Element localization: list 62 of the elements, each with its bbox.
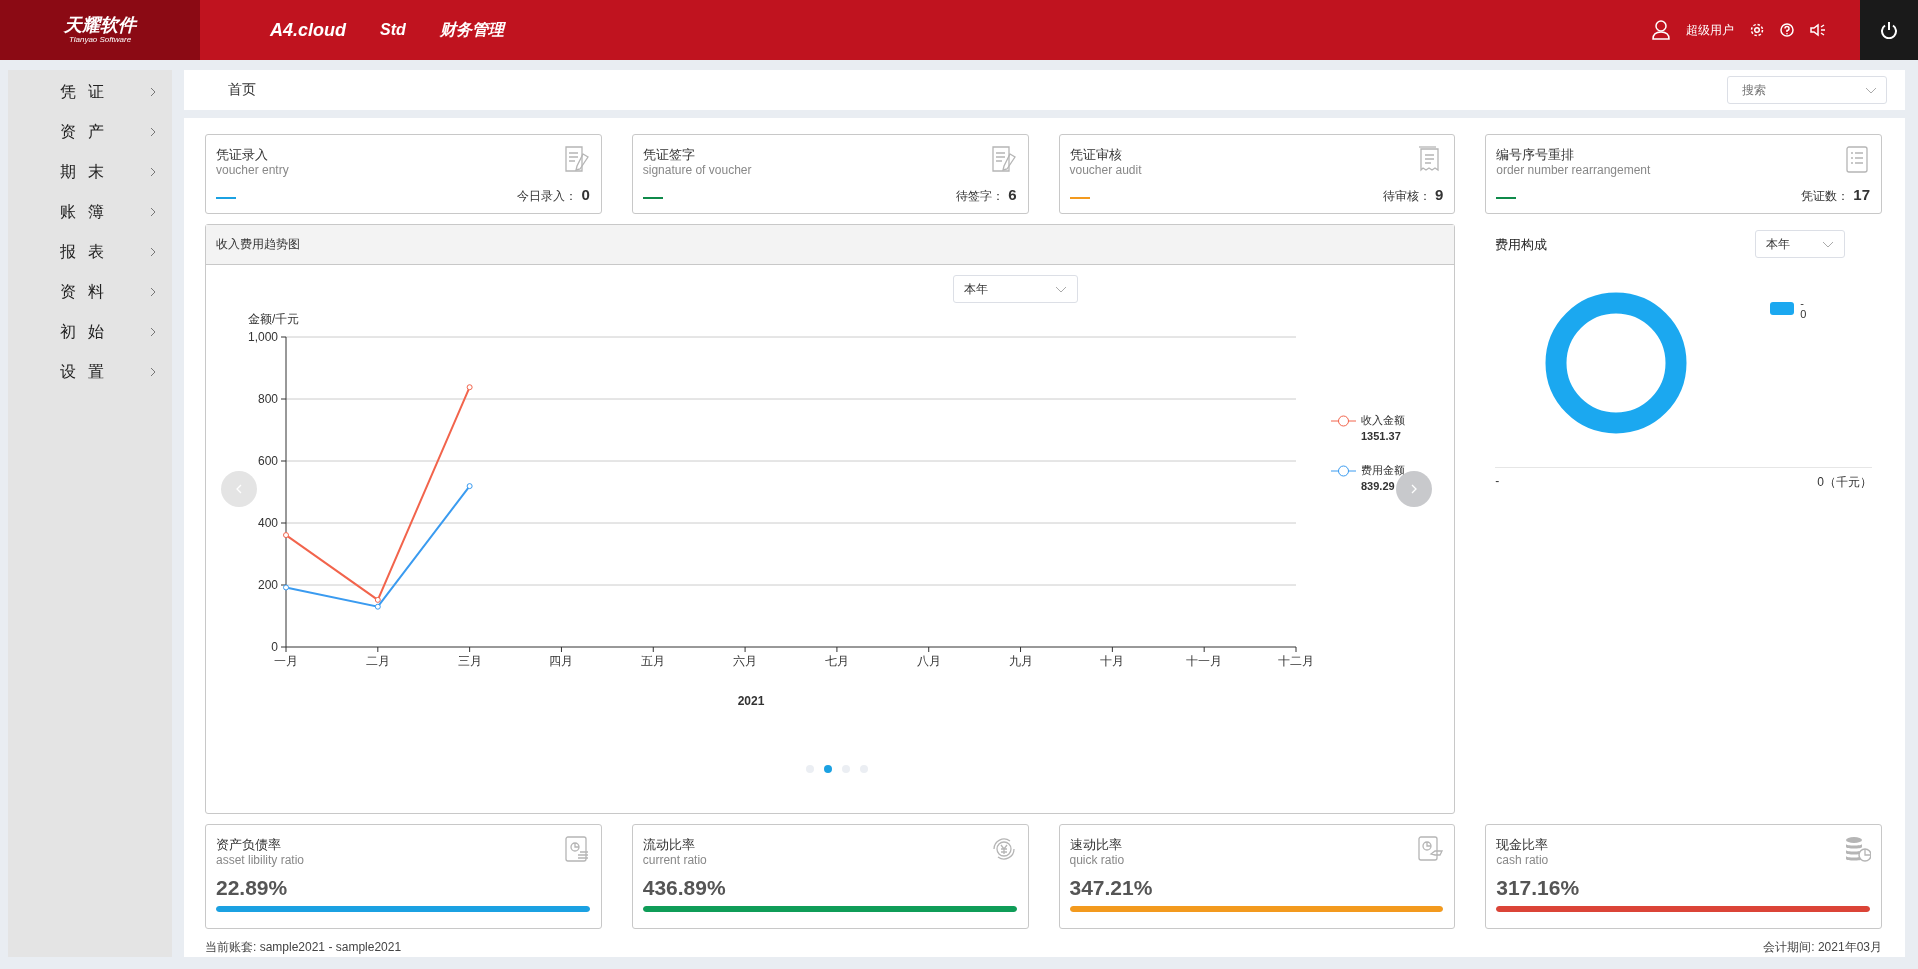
card-title: 速动比率 xyxy=(1069,837,1122,853)
tick-label: 800 xyxy=(257,392,278,406)
card-title: 现金比率 xyxy=(1496,837,1549,853)
tick-label: 十一月 xyxy=(1186,654,1223,668)
logo-text: 天耀软件 xyxy=(64,15,136,35)
tick-label: 四月 xyxy=(549,654,574,668)
tick-label: 400 xyxy=(257,516,278,530)
tick-label: 七月 xyxy=(824,654,849,668)
ratio-value: 317.16% xyxy=(1496,876,1581,900)
panel-title: 收入费用趋势图 xyxy=(206,225,1455,265)
tick-label: 一月 xyxy=(274,654,298,668)
legend-value: 0 xyxy=(1800,309,1807,320)
tick-label: 五月 xyxy=(641,654,666,668)
summary-value: 0（千元） xyxy=(1817,474,1872,491)
card-subtitle: order number rearrangement xyxy=(1496,163,1651,178)
card-subtitle: quick ratio xyxy=(1069,853,1125,868)
logo-subtitle: Tianyao Software xyxy=(68,35,132,45)
count-value: 0 xyxy=(581,186,590,203)
tick-label: 八月 xyxy=(916,654,941,668)
count-label: 凭证数： xyxy=(1801,188,1850,205)
tick-label: 三月 xyxy=(457,654,482,668)
card-subtitle: current ratio xyxy=(642,853,707,868)
count-label: 今日录入： xyxy=(517,188,578,205)
axis-title: 金额/千元 xyxy=(248,312,300,326)
axis-title: 2021 xyxy=(737,694,765,708)
tick-label: 1,000 xyxy=(247,330,278,344)
ratio-value: 22.89% xyxy=(216,876,289,900)
tick-label: 九月 xyxy=(1008,654,1033,668)
card-subtitle: asset libility ratio xyxy=(216,853,305,868)
legend-label: 费用金额 xyxy=(1361,464,1405,476)
card-title: 凭证审核 xyxy=(1069,147,1122,163)
ratio-value: 347.21% xyxy=(1069,876,1154,900)
tick-label: 0 xyxy=(271,640,278,654)
tick-label: 六月 xyxy=(733,654,758,668)
legend-label: - xyxy=(1800,298,1805,309)
count-value: 9 xyxy=(1434,186,1444,203)
card-subtitle: voucher entry xyxy=(216,163,289,178)
summary-label: - xyxy=(1495,474,1500,490)
tick-label: 200 xyxy=(257,578,278,592)
card-title: 凭证录入 xyxy=(216,147,268,163)
panel-title: 费用构成 xyxy=(1495,236,1548,254)
card-title: 凭证签字 xyxy=(642,147,695,163)
tick-label: 十月 xyxy=(1100,654,1125,668)
card-title: 资产负债率 xyxy=(216,837,281,853)
card-subtitle: voucher audit xyxy=(1069,163,1142,178)
card-title: 编号序号重排 xyxy=(1496,147,1575,163)
tick-label: 十二月 xyxy=(1278,654,1314,668)
count-label: 待审核： xyxy=(1382,188,1431,205)
card-subtitle: cash ratio xyxy=(1496,853,1549,868)
account-info: 当前账套: sample2021 - sample2021 xyxy=(205,939,402,956)
tick-label: 600 xyxy=(257,454,278,468)
legend-value: 1351.37 xyxy=(1361,430,1401,442)
card-title: 流动比率 xyxy=(642,837,695,853)
legend-value: 839.29 xyxy=(1361,480,1395,492)
count-label: 待签字： xyxy=(956,188,1005,205)
count-value: 17 xyxy=(1853,186,1870,203)
tick-label: 二月 xyxy=(365,654,390,668)
ratio-value: 436.89% xyxy=(642,876,727,900)
count-value: 6 xyxy=(1008,186,1017,203)
period-info: 会计期间: 2021年03月 xyxy=(1763,939,1882,956)
legend-label: 收入金额 xyxy=(1361,414,1405,426)
card-subtitle: signature of voucher xyxy=(642,163,752,178)
